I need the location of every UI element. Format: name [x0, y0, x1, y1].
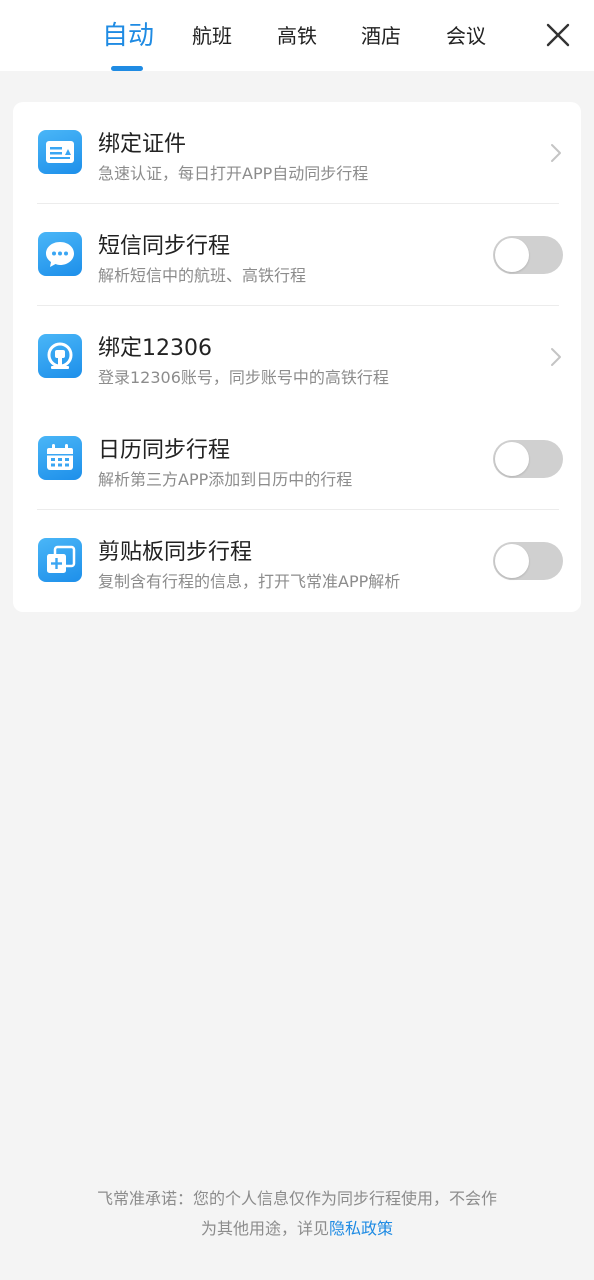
- privacy-notice-prefix: 为其他用途，详见: [200, 1219, 329, 1238]
- calendar-icon: [38, 436, 82, 480]
- row-subtitle: 急速认证，每日打开APP自动同步行程: [98, 164, 369, 183]
- message-icon: [38, 232, 82, 276]
- row-title: 日历同步行程: [98, 438, 231, 463]
- row-title: 剪贴板同步行程: [98, 540, 253, 565]
- id-card-icon: [38, 130, 82, 174]
- row-subtitle: 解析第三方APP添加到日历中的行程: [98, 470, 353, 489]
- row-bind-id[interactable]: 绑定证件 急速认证，每日打开APP自动同步行程: [13, 102, 581, 204]
- chevron-right-icon: [551, 144, 561, 162]
- row-bind-12306[interactable]: 绑定12306 登录12306账号，同步账号中的高铁行程: [13, 306, 581, 408]
- top-tab-bar: 自动 航班 高铁 酒店 会议: [0, 0, 594, 71]
- close-icon: [546, 23, 570, 47]
- sync-options-card: 绑定证件 急速认证，每日打开APP自动同步行程 短信同步行程 解析短信中的航班、…: [13, 102, 581, 612]
- railway-icon: [38, 334, 82, 378]
- privacy-policy-link[interactable]: 隐私政策: [329, 1219, 393, 1238]
- row-title: 短信同步行程: [98, 234, 231, 259]
- calendar-sync-toggle[interactable]: [493, 440, 563, 478]
- row-subtitle: 解析短信中的航班、高铁行程: [98, 266, 307, 285]
- sms-sync-toggle[interactable]: [493, 236, 563, 274]
- row-title: 绑定证件: [98, 132, 187, 157]
- close-button[interactable]: [538, 15, 578, 55]
- row-title: 绑定12306: [98, 336, 212, 361]
- privacy-notice-line2: 为其他用途，详见隐私政策: [40, 1214, 554, 1244]
- clipboard-sync-toggle[interactable]: [493, 542, 563, 580]
- toggle-knob: [495, 442, 529, 476]
- toggle-knob: [495, 544, 529, 578]
- privacy-notice: 飞常准承诺：您的个人信息仅作为同步行程使用，不会作 为其他用途，详见隐私政策: [40, 1184, 554, 1244]
- tab-train[interactable]: 高铁: [269, 0, 325, 71]
- tab-auto[interactable]: 自动: [96, 0, 160, 71]
- privacy-notice-line1: 飞常准承诺：您的个人信息仅作为同步行程使用，不会作: [96, 1189, 497, 1208]
- row-subtitle: 复制含有行程的信息，打开飞常准APP解析: [98, 572, 401, 591]
- tab-meeting[interactable]: 会议: [438, 0, 494, 71]
- tab-hotel[interactable]: 酒店: [353, 0, 409, 71]
- row-subtitle: 登录12306账号，同步账号中的高铁行程: [98, 368, 389, 387]
- chevron-right-icon: [551, 348, 561, 366]
- tab-flight[interactable]: 航班: [184, 0, 240, 71]
- clipboard-icon: [38, 538, 82, 582]
- toggle-knob: [495, 238, 529, 272]
- active-tab-indicator: [111, 66, 143, 71]
